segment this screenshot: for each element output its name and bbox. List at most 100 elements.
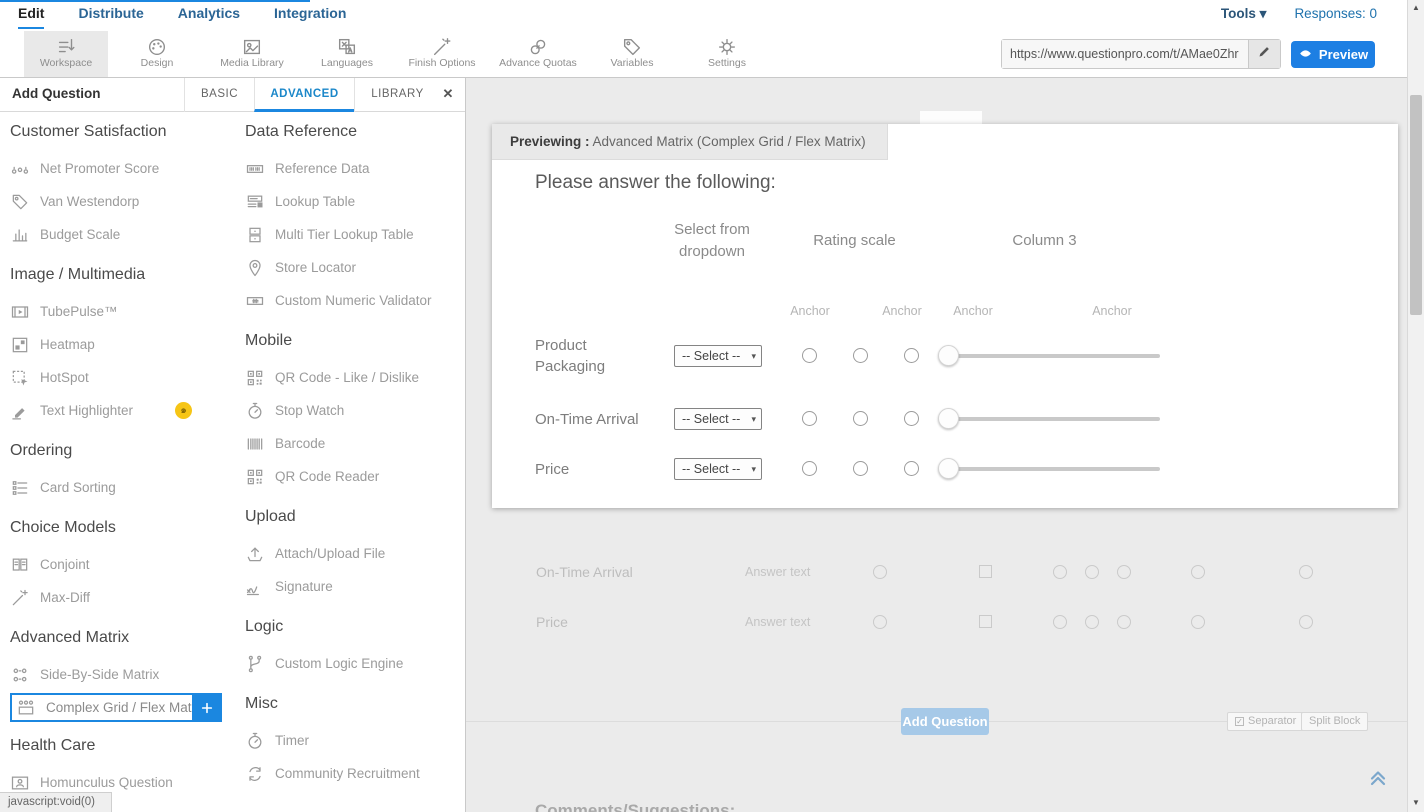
slider-track[interactable] <box>940 417 1160 421</box>
slider-track[interactable] <box>940 467 1160 471</box>
question-type-van-westendorp[interactable]: Van Westendorp <box>10 185 238 218</box>
question-type-community-recruitment[interactable]: Community Recruitment <box>245 757 463 790</box>
question-type-qr-code-reader[interactable]: QR Code Reader <box>245 460 463 493</box>
scroll-to-top-icon[interactable] <box>1366 764 1390 788</box>
question-type-max-diff[interactable]: Max-Diff <box>10 581 238 614</box>
separator-button[interactable]: ✓ Separator <box>1227 712 1304 731</box>
toolbar-button-design[interactable]: Design <box>112 31 202 77</box>
question-type-barcode[interactable]: Barcode <box>245 427 463 460</box>
editor-radio[interactable] <box>1117 615 1131 629</box>
rating-radio[interactable] <box>853 411 868 426</box>
rating-radio[interactable] <box>802 461 817 476</box>
vertical-scrollbar[interactable]: ▲ ▼ <box>1407 0 1424 812</box>
toolbar-button-languages[interactable]: Languages <box>302 31 392 77</box>
rating-radio[interactable] <box>853 348 868 363</box>
editor-radio[interactable] <box>1053 615 1067 629</box>
question-column-1: Data ReferenceReference DataLookup Table… <box>245 123 463 805</box>
section-heading: Advanced Matrix <box>10 629 238 647</box>
add-question-button[interactable]: Add Question <box>901 708 989 735</box>
rating-radio[interactable] <box>853 461 868 476</box>
nav-tab-analytics[interactable]: Analytics <box>178 0 240 27</box>
slider-handle[interactable] <box>938 458 959 479</box>
gear-icon <box>682 31 772 57</box>
toolbar-button-workspace[interactable]: Workspace <box>24 31 108 77</box>
editor-radio[interactable] <box>1053 565 1067 579</box>
question-type-label: Store Locator <box>275 260 356 275</box>
question-type-timer[interactable]: Timer <box>245 724 463 757</box>
question-type-tubepulse[interactable]: TubePulse™ <box>10 295 238 328</box>
preview-button[interactable]: Preview <box>1291 41 1375 68</box>
slider-handle[interactable] <box>938 345 959 366</box>
rating-radio[interactable] <box>904 411 919 426</box>
responses-count[interactable]: Responses: 0 <box>1294 6 1377 21</box>
editor-checkbox[interactable] <box>979 565 992 578</box>
editor-radio[interactable] <box>1299 615 1313 629</box>
question-type-heatmap[interactable]: Heatmap <box>10 328 238 361</box>
split-block-label: Split Block <box>1309 713 1360 730</box>
nav-tab-edit[interactable]: Edit <box>18 0 44 29</box>
toolbar-button-advance-quotas[interactable]: Advance Quotas <box>493 31 583 77</box>
editor-radio[interactable] <box>1085 615 1099 629</box>
question-type-custom-logic-engine[interactable]: Custom Logic Engine <box>245 647 463 680</box>
question-type-net-promoter-score[interactable]: Net Promoter Score <box>10 152 238 185</box>
tab-basic[interactable]: BASIC <box>184 78 254 112</box>
nav-tab-distribute[interactable]: Distribute <box>78 0 143 27</box>
scroll-down-arrow[interactable]: ▼ <box>1408 795 1424 811</box>
answer-text-placeholder[interactable]: Answer text <box>745 565 810 579</box>
toolbar-button-settings[interactable]: Settings <box>682 31 772 77</box>
row-select-dropdown[interactable]: -- Select --▾ <box>674 458 762 480</box>
rating-radio[interactable] <box>904 461 919 476</box>
row-select-dropdown[interactable]: -- Select --▾ <box>674 345 762 367</box>
tab-library[interactable]: LIBRARY <box>354 78 440 112</box>
question-type-multi-tier-lookup-table[interactable]: Multi Tier Lookup Table <box>245 218 463 251</box>
slider-track[interactable] <box>940 354 1160 358</box>
slider-handle[interactable] <box>938 408 959 429</box>
upload-icon <box>245 544 265 564</box>
rating-radio[interactable] <box>802 411 817 426</box>
question-type-stop-watch[interactable]: Stop Watch <box>245 394 463 427</box>
editor-radio[interactable] <box>1191 565 1205 579</box>
question-type-side-by-side-matrix[interactable]: Side-By-Side Matrix <box>10 658 238 691</box>
toolbar-button-media-library[interactable]: Media Library <box>207 31 297 77</box>
question-type-reference-data[interactable]: Reference Data <box>245 152 463 185</box>
tools-dropdown[interactable]: Tools ▾ <box>1221 6 1267 21</box>
question-type-signature[interactable]: Signature <box>245 570 463 603</box>
question-type-lookup-table[interactable]: Lookup Table <box>245 185 463 218</box>
palette-icon <box>112 31 202 57</box>
question-type-budget-scale[interactable]: Budget Scale <box>10 218 238 251</box>
edit-url-button[interactable] <box>1248 40 1280 68</box>
question-type-card-sorting[interactable]: Card Sorting <box>10 471 238 504</box>
survey-url-input[interactable] <box>1002 40 1248 68</box>
question-type-conjoint[interactable]: Conjoint <box>10 548 238 581</box>
toolbar-button-finish-options[interactable]: Finish Options <box>397 31 487 77</box>
scroll-up-arrow[interactable]: ▲ <box>1408 0 1424 16</box>
editor-checkbox[interactable] <box>979 615 992 628</box>
rating-radio[interactable] <box>904 348 919 363</box>
answer-text-placeholder[interactable]: Answer text <box>745 615 810 629</box>
editor-radio[interactable] <box>1299 565 1313 579</box>
question-type-qr-code-like-dislike[interactable]: QR Code - Like / Dislike <box>245 361 463 394</box>
question-type-hotspot[interactable]: HotSpot <box>10 361 238 394</box>
nav-tab-integration[interactable]: Integration <box>274 0 346 27</box>
close-icon[interactable]: ✕ <box>439 85 457 103</box>
question-type-complex-grid-flex-matrix[interactable]: Complex Grid / Flex Matrix <box>10 693 222 722</box>
question-type-label: Complex Grid / Flex Matrix <box>46 700 206 715</box>
question-type-store-locator[interactable]: Store Locator <box>245 251 463 284</box>
question-type-text-highlighter[interactable]: Text Highlighter๑ <box>10 394 238 427</box>
rating-radio[interactable] <box>802 348 817 363</box>
row-select-dropdown[interactable]: -- Select --▾ <box>674 408 762 430</box>
toolbar-button-variables[interactable]: Variables <box>587 31 677 77</box>
question-type-custom-numeric-validator[interactable]: Custom Numeric Validator <box>245 284 463 317</box>
split-block-button[interactable]: Split Block <box>1301 712 1368 731</box>
editor-radio[interactable] <box>1085 565 1099 579</box>
editor-radio[interactable] <box>873 565 887 579</box>
tab-advanced[interactable]: ADVANCED <box>254 78 354 112</box>
editor-radio[interactable] <box>873 615 887 629</box>
toolbar-button-label: Variables <box>587 57 677 69</box>
scrollbar-thumb[interactable] <box>1410 95 1422 315</box>
editor-radio[interactable] <box>1117 565 1131 579</box>
editor-radio[interactable] <box>1191 615 1205 629</box>
add-selected-question-button[interactable] <box>192 693 222 722</box>
question-type-attach-upload-file[interactable]: Attach/Upload File <box>245 537 463 570</box>
survey-url-group <box>1001 39 1281 69</box>
